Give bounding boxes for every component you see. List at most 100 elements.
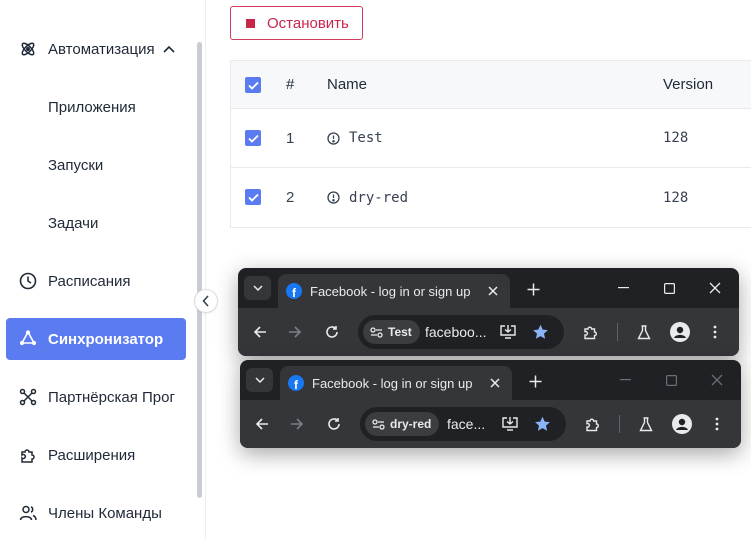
browser-tab[interactable]: f Facebook - log in or sign up	[278, 274, 510, 308]
bookmark-star-icon[interactable]	[530, 412, 554, 436]
reload-button[interactable]	[320, 410, 348, 438]
puzzle-icon	[19, 446, 37, 464]
atom-icon	[19, 40, 37, 58]
stop-icon	[246, 18, 255, 28]
plus-icon	[527, 283, 539, 295]
browser-tab[interactable]: f Facebook - log in or sign up	[280, 366, 512, 400]
browser-menu-button[interactable]	[703, 410, 731, 438]
tab-close-icon[interactable]	[484, 378, 506, 388]
browser-window-dry-red[interactable]: f Facebook - log in or sign up dry-red f…	[240, 360, 741, 448]
sync-icon	[19, 330, 37, 348]
labs-button[interactable]	[630, 318, 658, 346]
reload-button[interactable]	[318, 318, 346, 346]
toolbar-divider	[619, 415, 620, 433]
column-header-name[interactable]: Name	[327, 61, 367, 108]
tab-title: Facebook - log in or sign up	[312, 375, 473, 391]
url-text[interactable]: face...	[447, 407, 485, 441]
browser-menu-button[interactable]	[701, 318, 729, 346]
tab-search-button[interactable]	[246, 368, 273, 392]
labs-button[interactable]	[632, 410, 660, 438]
row-checkbox[interactable]	[245, 189, 261, 205]
arrow-right-icon	[291, 418, 304, 430]
stop-button-label: Остановить	[267, 14, 349, 32]
sidebar-collapse-button[interactable]	[194, 289, 218, 313]
row-version: 128	[663, 130, 689, 146]
info-icon[interactable]	[327, 191, 340, 204]
tab-close-icon[interactable]	[482, 286, 504, 296]
sidebar-item-label: Партнёрская Прог	[48, 388, 175, 406]
column-header-num[interactable]: #	[286, 61, 294, 108]
table-row[interactable]: 1 Test 128	[231, 109, 751, 168]
profile-chip[interactable]: dry-red	[365, 412, 440, 436]
extensions-button[interactable]	[577, 318, 605, 346]
tab-search-button[interactable]	[244, 276, 271, 300]
omnibox[interactable]: dry-red face...	[360, 407, 566, 441]
extensions-button[interactable]	[579, 410, 607, 438]
table-header: # Name Version	[231, 61, 751, 109]
stop-button[interactable]: Остановить	[230, 6, 363, 40]
sidebar-item-label: Члены Команды	[48, 504, 162, 522]
row-name: Test	[349, 130, 383, 146]
close-window-button[interactable]	[694, 366, 740, 394]
row-version: 128	[663, 189, 689, 206]
sidebar-item-apps[interactable]: Приложения	[6, 86, 186, 128]
profile-chip[interactable]: Test	[363, 320, 420, 344]
sidebar-item-automation[interactable]: Автоматизация	[6, 28, 186, 70]
new-tab-button[interactable]	[524, 370, 546, 392]
omnibox[interactable]: Test faceboo...	[358, 315, 564, 349]
sidebar-item-synchronizer[interactable]: Синхронизатор	[6, 318, 186, 360]
sidebar-item-runs[interactable]: Запуски	[6, 144, 186, 186]
back-button[interactable]	[246, 318, 274, 346]
url-text[interactable]: faceboo...	[425, 315, 487, 349]
close-icon	[711, 374, 723, 386]
column-header-version[interactable]: Version	[663, 61, 713, 108]
kebab-menu-icon	[713, 325, 717, 339]
sidebar-item-label: Задачи	[48, 214, 99, 232]
sidebar-item-affiliate[interactable]: Партнёрская Прог	[6, 376, 186, 418]
maximize-icon	[663, 282, 675, 294]
close-window-button[interactable]	[692, 274, 738, 302]
maximize-button[interactable]	[648, 366, 694, 394]
table-row[interactable]: 2 dry-red 128	[231, 168, 751, 227]
forward-button[interactable]	[283, 410, 311, 438]
install-app-icon[interactable]	[496, 320, 520, 344]
select-all-checkbox[interactable]	[245, 77, 261, 93]
profile-chip-label: Test	[388, 325, 412, 339]
row-number: 1	[286, 129, 295, 147]
sidebar-item-label: Автоматизация	[48, 40, 155, 58]
minimize-button[interactable]	[602, 366, 648, 394]
profile-chip-label: dry-red	[390, 417, 432, 431]
plus-icon	[529, 375, 541, 387]
reload-icon	[326, 326, 338, 338]
maximize-button[interactable]	[646, 274, 692, 302]
puzzle-icon	[584, 326, 597, 340]
profiles-table: # Name Version 1 Test 128 2 dry-red 128	[230, 60, 751, 228]
profile-avatar-button[interactable]	[668, 410, 696, 438]
minimize-button[interactable]	[600, 274, 646, 302]
flask-icon	[637, 324, 651, 339]
sidebar-scrollbar[interactable]	[197, 42, 202, 498]
sidebar-item-tasks[interactable]: Задачи	[6, 202, 186, 244]
minimize-icon	[619, 379, 631, 381]
tune-icon	[372, 418, 385, 430]
row-checkbox[interactable]	[245, 130, 261, 146]
info-icon[interactable]	[327, 131, 340, 145]
sidebar-item-extensions[interactable]: Расширения	[6, 434, 186, 476]
browser-toolbar: dry-red face...	[240, 400, 741, 448]
browser-window-test[interactable]: f Facebook - log in or sign up Test face…	[238, 268, 739, 356]
back-button[interactable]	[248, 410, 276, 438]
sidebar-item-label: Приложения	[48, 98, 136, 116]
tab-strip: f Facebook - log in or sign up	[238, 268, 739, 308]
profile-avatar-button[interactable]	[666, 318, 694, 346]
sidebar-item-label: Расписания	[48, 272, 131, 290]
sidebar-item-team-members[interactable]: Члены Команды	[6, 492, 186, 534]
install-app-icon[interactable]	[498, 412, 522, 436]
check-icon	[247, 81, 259, 90]
maximize-icon	[665, 374, 677, 386]
check-icon	[247, 193, 259, 202]
forward-button[interactable]	[281, 318, 309, 346]
row-name: dry-red	[349, 189, 409, 206]
bookmark-star-icon[interactable]	[528, 320, 552, 344]
new-tab-button[interactable]	[522, 278, 544, 300]
sidebar-item-schedules[interactable]: Расписания	[6, 260, 186, 302]
